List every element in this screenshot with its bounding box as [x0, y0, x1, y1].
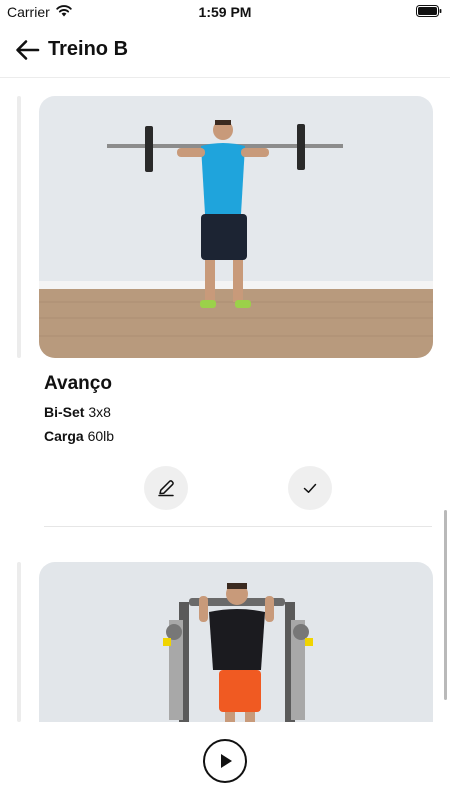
timeline-line: [17, 562, 21, 722]
play-icon: [221, 754, 232, 768]
back-arrow-icon[interactable]: [14, 38, 40, 62]
clock: 1:59 PM: [198, 4, 252, 20]
exercise-name: Avanço: [44, 373, 112, 394]
exercise-type-label: Bi-Set: [44, 404, 85, 420]
header: Treino B: [0, 24, 450, 78]
check-icon: [303, 483, 317, 493]
scrollbar[interactable]: [444, 510, 447, 700]
battery-icon: [416, 5, 442, 17]
play-button[interactable]: [203, 739, 247, 783]
page-title: Treino B: [48, 38, 129, 60]
status-bar: Carrier 1:59 PM: [0, 0, 450, 24]
exercise-photo-pullup: [39, 562, 433, 722]
exercise-load-row: Carga 60lb: [44, 428, 114, 444]
complete-button[interactable]: [288, 466, 332, 510]
exercise-load-value: 60lb: [87, 428, 115, 444]
exercise-type-row: Bi-Set 3x8: [44, 404, 111, 420]
exercise-image: [39, 96, 433, 358]
exercise-image: [39, 562, 433, 722]
pencil-icon: [158, 480, 174, 497]
edit-button[interactable]: [144, 466, 188, 510]
divider: [44, 526, 432, 527]
exercise-photo-squat: [39, 96, 433, 358]
timeline-line: [17, 96, 21, 358]
exercise-type-value: 3x8: [88, 404, 111, 420]
exercise-load-label: Carga: [44, 428, 84, 444]
